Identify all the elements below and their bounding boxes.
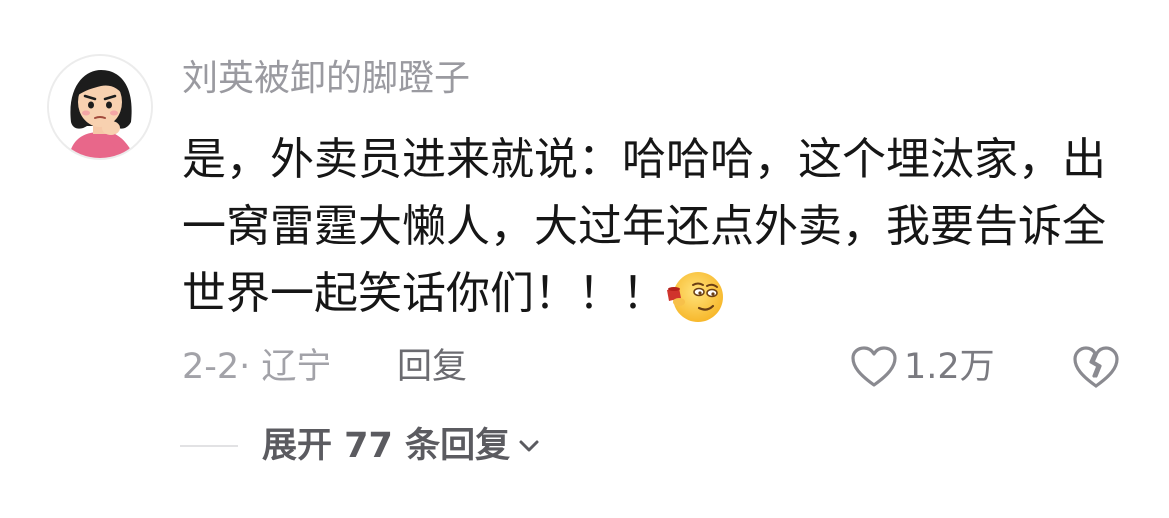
replies-divider — [180, 445, 238, 447]
comment-text-line: 一窝雷霆大懒人，大过年还点外卖，我要告诉全 — [182, 201, 1106, 252]
expand-replies-button[interactable]: 展开 77 条回复 — [262, 423, 540, 469]
reply-button[interactable]: 回复 — [397, 345, 467, 389]
smirk-emoji-icon — [667, 272, 723, 322]
comment-text-line: 是，外卖员进来就说：哈哈哈，这个埋汰家，出 — [182, 134, 1106, 185]
comment-text-line: 世界一起笑话你们！！！ — [182, 268, 666, 319]
broken-heart-icon[interactable] — [1072, 344, 1120, 390]
expand-replies-label: 展开 77 条回复 — [262, 426, 511, 466]
like-button[interactable]: 1.2万 — [850, 343, 995, 391]
comment-date-location: 2-2· 辽宁 — [182, 347, 332, 387]
avatar[interactable] — [47, 54, 153, 160]
comment-text: 是，外卖员进来就说：哈哈哈，这个埋汰家，出 一窝雷霆大懒人，大过年还点外卖，我要… — [182, 126, 1127, 327]
chevron-down-icon — [519, 440, 539, 452]
heart-outline-icon — [851, 346, 897, 387]
like-count: 1.2万 — [904, 347, 995, 387]
avatar-illustration — [49, 56, 151, 158]
username[interactable]: 刘英被卸的脚蹬子 — [182, 56, 470, 102]
